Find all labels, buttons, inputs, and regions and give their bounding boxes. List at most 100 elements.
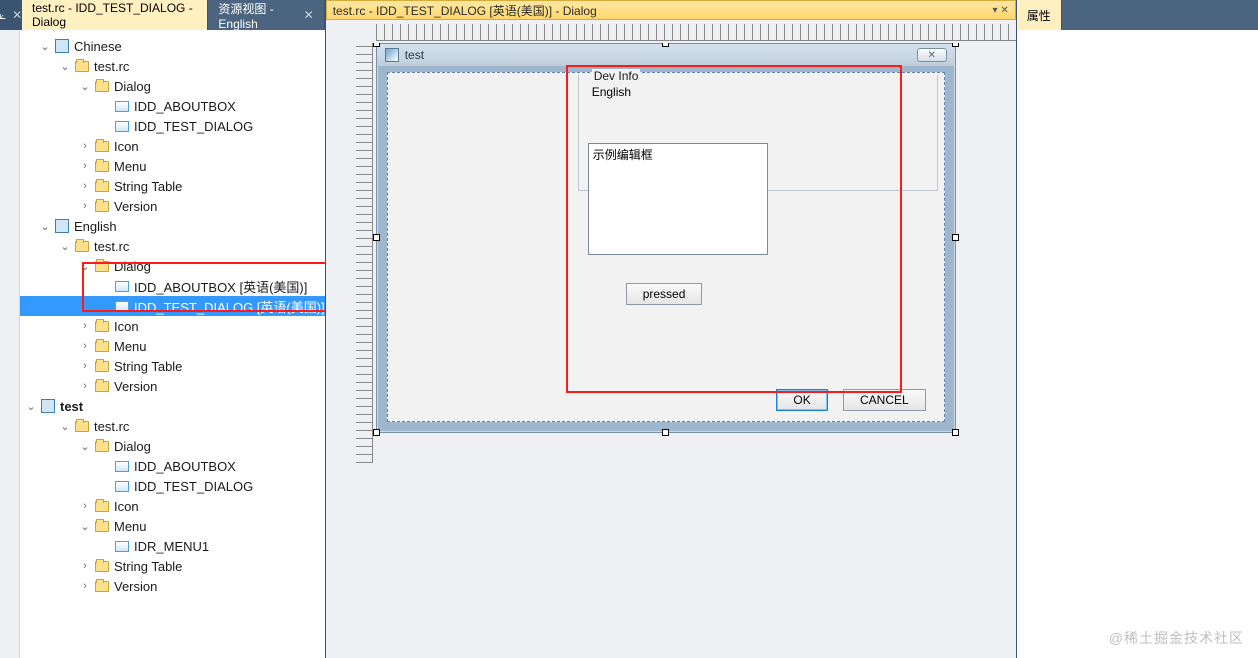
menu-icon [115,541,129,552]
dialog-icon [115,301,129,312]
design-surface[interactable]: test ✕ Dev Info English 示例编辑框 pressed OK… [334,43,1016,658]
tree-item-menu1[interactable]: IDR_MENU1 [20,536,325,556]
chevron-right-icon[interactable]: › [78,500,92,512]
tree-item-testdialog[interactable]: IDD_TEST_DIALOG [20,116,325,136]
tree-node-chinese[interactable]: ⌄Chinese [20,36,325,56]
tab-document[interactable]: test.rc - IDD_TEST_DIALOG - Dialog [22,0,208,30]
button-ok[interactable]: OK [776,389,827,411]
tree-label: test.rc [94,419,129,434]
tree-node-rc[interactable]: ⌄test.rc [20,56,325,76]
document-dropdown-icon[interactable]: ▾ ✕ [993,5,1009,16]
pin-icon: ⟀ [0,8,6,23]
resize-handle[interactable] [952,234,959,241]
resize-handle[interactable] [373,43,380,47]
resize-handle[interactable] [952,429,959,436]
tree-node-rc[interactable]: ⌄ test.rc [20,416,325,436]
tree-label: test.rc [94,239,129,254]
chevron-down-icon[interactable]: ⌄ [58,60,72,73]
tree-node-dialog[interactable]: ⌄Dialog [20,76,325,96]
resize-handle[interactable] [662,429,669,436]
tree-node-rc[interactable]: ⌄ test.rc [20,236,325,256]
close-button[interactable]: ✕ [917,48,947,62]
chevron-right-icon[interactable]: › [78,340,92,352]
folder-icon [95,381,109,392]
tree-node-project[interactable]: ⌄test [20,396,325,416]
button-pressed[interactable]: pressed [626,283,703,305]
properties-body[interactable] [1017,30,1258,658]
resource-tree[interactable]: ⌄Chinese ⌄test.rc ⌄Dialog IDD_ABOUTBOX I… [20,30,325,658]
chevron-down-icon[interactable]: ⌄ [58,240,72,253]
resource-explorer-panel: ⟀✕ test.rc - IDD_TEST_DIALOG - Dialog 资源… [0,0,326,658]
pin-tab[interactable]: ⟀✕ [0,0,22,30]
tree-node-english[interactable]: ⌄ English [20,216,325,236]
chevron-right-icon[interactable]: › [78,180,92,192]
document-title: test.rc - IDD_TEST_DIALOG [英语(美国)] - Dia… [333,2,597,19]
chevron-right-icon[interactable]: › [78,380,92,392]
tree-node-stringtable[interactable]: ›String Table [20,176,325,196]
chevron-down-icon[interactable]: ⌄ [38,40,52,53]
close-icon[interactable]: ✕ [304,8,314,22]
resize-handle[interactable] [373,429,380,436]
folder-icon [75,61,89,72]
tree-node-dialog[interactable]: ⌄Dialog [20,256,325,276]
tree-label: IDD_ABOUTBOX [英语(美国)] [134,277,307,296]
resize-handle[interactable] [952,43,959,47]
chevron-down-icon[interactable]: ⌄ [78,520,92,533]
close-icon[interactable]: ✕ [12,8,22,22]
properties-panel: 属性 [1016,0,1258,658]
tree-item-aboutbox[interactable]: IDD_ABOUTBOX [20,456,325,476]
edit-control[interactable]: 示例编辑框 [588,143,768,255]
tree-node-dialog[interactable]: ⌄Dialog [20,436,325,456]
tab-properties[interactable]: 属性 [1017,0,1062,30]
app-icon [385,48,399,62]
chevron-right-icon[interactable]: › [78,360,92,372]
tree-node-menu[interactable]: ›Menu [20,156,325,176]
button-cancel[interactable]: CANCEL [843,389,926,411]
designer-panel: test.rc - IDD_TEST_DIALOG [英语(美国)] - Dia… [326,0,1016,658]
chevron-down-icon[interactable]: ⌄ [58,420,72,433]
tab-resource-view[interactable]: 资源视图 - English ✕ [208,0,324,30]
resize-handle[interactable] [373,234,380,241]
tree-item-aboutbox-en[interactable]: IDD_ABOUTBOX [英语(美国)] [20,276,325,296]
tab-label: test.rc - IDD_TEST_DIALOG - Dialog [32,1,197,29]
tree-label: Icon [114,499,139,514]
dialog-titlebar[interactable]: test ✕ [377,44,955,66]
chevron-right-icon[interactable]: › [78,160,92,172]
dialog-window[interactable]: test ✕ Dev Info English 示例编辑框 pressed OK… [376,43,956,433]
tree-label: English [74,219,117,234]
tree-item-testdialog-en[interactable]: IDD_TEST_DIALOG [英语(美国)] [20,296,325,316]
chevron-right-icon[interactable]: › [78,320,92,332]
tree-node-icon[interactable]: › Icon [20,496,325,516]
tree-node-menu[interactable]: ⌄Menu [20,516,325,536]
chevron-right-icon[interactable]: › [78,140,92,152]
chevron-right-icon[interactable]: › [78,580,92,592]
tree-node-icon[interactable]: ›Icon [20,316,325,336]
tree-item-testdialog[interactable]: IDD_TEST_DIALOG [20,476,325,496]
dialog-client-area[interactable]: Dev Info English 示例编辑框 pressed OK CANCEL [387,72,945,422]
tree-node-version[interactable]: ›Version [20,196,325,216]
folder-icon [75,421,89,432]
folder-icon [75,241,89,252]
tab-label: 资源视图 - English [218,0,297,31]
chevron-right-icon[interactable]: › [78,560,92,572]
tree-node-stringtable[interactable]: ›String Table [20,356,325,376]
resize-handle[interactable] [662,43,669,47]
tree-label: IDD_TEST_DIALOG [134,479,253,494]
tree-item-aboutbox[interactable]: IDD_ABOUTBOX [20,96,325,116]
tree-node-version[interactable]: ›Version [20,376,325,396]
dialog-icon [115,121,129,132]
tree-node-icon[interactable]: ›Icon [20,136,325,156]
chevron-down-icon[interactable]: ⌄ [78,440,92,453]
tree-node-menu[interactable]: ›Menu [20,336,325,356]
chevron-right-icon[interactable]: › [78,200,92,212]
folder-icon [95,201,109,212]
tree-node-version[interactable]: ›Version [20,576,325,596]
chevron-down-icon[interactable]: ⌄ [38,220,52,233]
button-label: OK [793,393,810,407]
tree-label: IDD_ABOUTBOX [134,99,236,114]
chevron-down-icon[interactable]: ⌄ [24,400,38,413]
tree-node-stringtable[interactable]: ›String Table [20,556,325,576]
chevron-down-icon[interactable]: ⌄ [78,260,92,273]
chevron-down-icon[interactable]: ⌄ [78,80,92,93]
folder-icon [95,261,109,272]
